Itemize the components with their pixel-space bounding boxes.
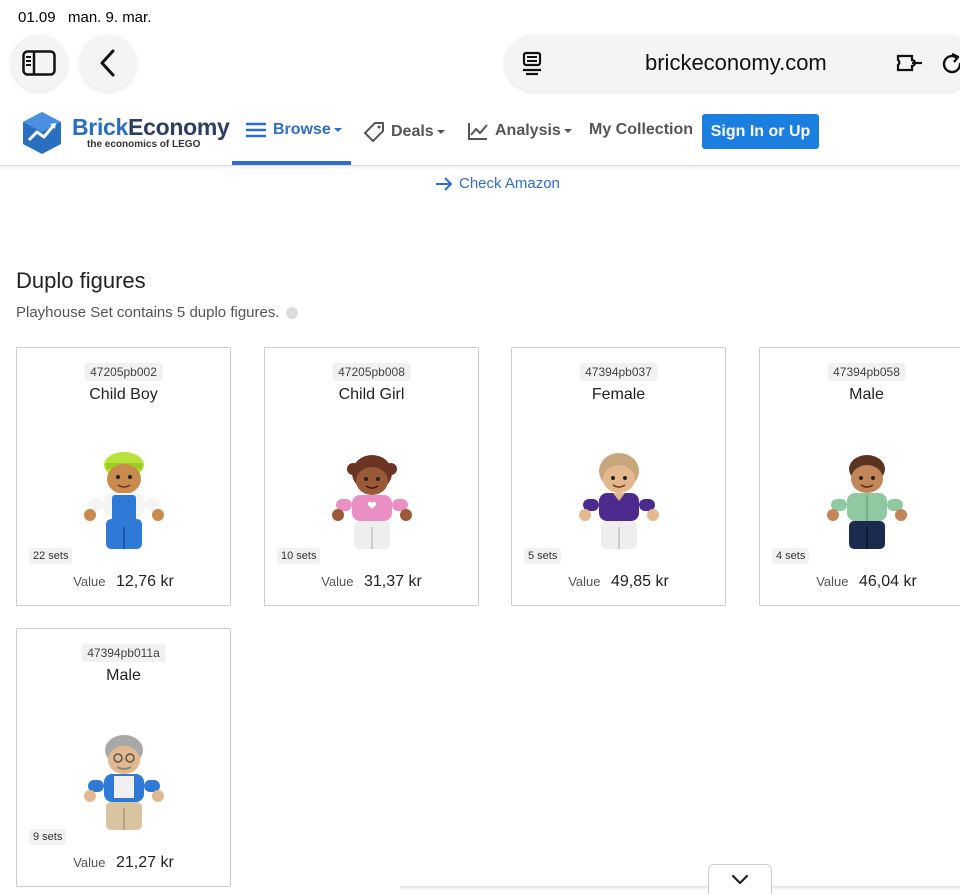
sign-in-button[interactable]: Sign In or Up	[702, 114, 819, 149]
reader-icon	[522, 51, 542, 76]
figure-value-row: Value 46,04 kr	[760, 573, 960, 591]
check-amazon-label: Check Amazon	[459, 175, 560, 192]
sets-badge: 9 sets	[29, 829, 67, 845]
figure-card[interactable]: 47205pb008 Child Girl 10 sets Value 31,3…	[264, 347, 479, 606]
status-bar: 01.09 man. 9. mar.	[0, 0, 960, 34]
duplo-figure-image	[331, 455, 412, 549]
sets-badge: 4 sets	[772, 548, 810, 564]
bottom-toolbar-edge	[400, 886, 960, 890]
figure-card[interactable]: 47394pb037 Female 5 sets Value 49,85 kr	[511, 347, 726, 606]
figure-value-row: Value 49,85 kr	[512, 573, 725, 591]
nav-deals[interactable]: Deals	[363, 121, 445, 143]
nav-my-collection[interactable]: My Collection	[589, 121, 693, 139]
figure-value-row: Value 31,37 kr	[265, 573, 478, 591]
chevron-down-icon	[333, 128, 342, 132]
chevron-down-icon	[731, 874, 749, 884]
url-text: brickeconomy.com	[645, 50, 827, 75]
duplo-figure-image	[578, 453, 659, 549]
sidebar-icon	[22, 50, 56, 76]
menu-icon	[246, 122, 266, 138]
duplo-figure-image	[826, 455, 907, 549]
sets-badge: 10 sets	[277, 548, 321, 564]
reload-icon[interactable]	[939, 51, 960, 77]
logo-tagline: the economics of LEGO	[87, 139, 201, 150]
nav-analysis[interactable]: Analysis	[467, 121, 572, 141]
tag-icon	[364, 122, 384, 142]
chevron-down-icon	[563, 129, 572, 133]
info-icon[interactable]	[285, 306, 298, 319]
duplo-figure-image	[83, 452, 164, 549]
value-amount: 46,04 kr	[858, 573, 917, 590]
figure-card[interactable]: 47394pb058 Male 4 sets Value 46,04 kr	[759, 347, 960, 606]
value-label: Value	[73, 855, 106, 870]
logo-brand-economy: Economy	[128, 114, 230, 140]
figure-card[interactable]: 47394pb011a Male 9 sets Value 21,27 kr	[16, 628, 231, 887]
sidebar-toggle-button[interactable]	[11, 35, 67, 91]
value-label: Value	[73, 574, 106, 589]
figure-name: Child Boy	[89, 386, 158, 403]
status-date: man. 9. mar.	[68, 9, 152, 26]
address-bar[interactable]: brickeconomy.com	[505, 35, 960, 91]
value-label: Value	[816, 574, 849, 589]
sets-badge: 5 sets	[524, 548, 562, 564]
value-label: Value	[321, 574, 354, 589]
figure-code: 47205pb002	[84, 363, 163, 381]
figure-value-row: Value 21,27 kr	[17, 854, 230, 872]
logo-brand-brick: Brick	[72, 114, 129, 140]
nav-deals-label: Deals	[391, 123, 434, 140]
figure-name: Female	[591, 386, 646, 403]
duplo-figure-image	[83, 735, 164, 830]
nav-browse-label: Browse	[273, 121, 331, 138]
value-amount: 49,85 kr	[610, 573, 669, 590]
value-label: Value	[568, 574, 601, 589]
sets-badge: 22 sets	[29, 548, 73, 564]
figure-name: Child Girl	[338, 386, 405, 403]
section-title: Duplo figures	[16, 268, 146, 293]
figure-code: 47394pb011a	[81, 644, 166, 662]
arrow-right-icon	[436, 176, 453, 191]
chevron-left-icon	[100, 49, 115, 77]
section-subtitle: Playhouse Set contains 5 duplo figures.	[16, 304, 298, 321]
value-amount: 21,27 kr	[115, 854, 174, 871]
figure-code: 47205pb008	[332, 363, 411, 381]
site-header: BrickEconomy the economics of LEGO Brows…	[0, 100, 960, 166]
figure-card[interactable]: 47205pb002 Child Boy 22 sets Value 12,76…	[16, 347, 231, 606]
nav-browse[interactable]: Browse	[245, 121, 342, 139]
nav-collection-label: My Collection	[589, 121, 694, 138]
value-amount: 31,37 kr	[363, 573, 422, 590]
section-subtitle-text: Playhouse Set contains 5 duplo figures.	[16, 304, 280, 321]
figure-code: 47394pb037	[579, 363, 658, 381]
back-button[interactable]	[80, 35, 136, 91]
browser-toolbar: brickeconomy.com	[0, 34, 960, 92]
brickeconomy-logo-icon[interactable]	[20, 110, 64, 156]
value-amount: 12,76 kr	[115, 573, 174, 590]
figure-code: 47394pb058	[827, 363, 906, 381]
figure-value-row: Value 12,76 kr	[17, 573, 230, 591]
chevron-down-icon	[436, 130, 445, 134]
nav-active-indicator	[232, 161, 351, 165]
figure-name: Male	[106, 667, 141, 684]
extensions-icon[interactable]	[895, 51, 925, 77]
nav-analysis-label: Analysis	[495, 122, 561, 139]
status-time: 01.09	[18, 9, 56, 26]
line-chart-icon	[468, 123, 488, 140]
site-logo[interactable]: BrickEconomy the economics of LEGO	[72, 114, 230, 150]
figure-name: Male	[849, 386, 884, 403]
check-amazon-link[interactable]: Check Amazon	[435, 175, 560, 192]
